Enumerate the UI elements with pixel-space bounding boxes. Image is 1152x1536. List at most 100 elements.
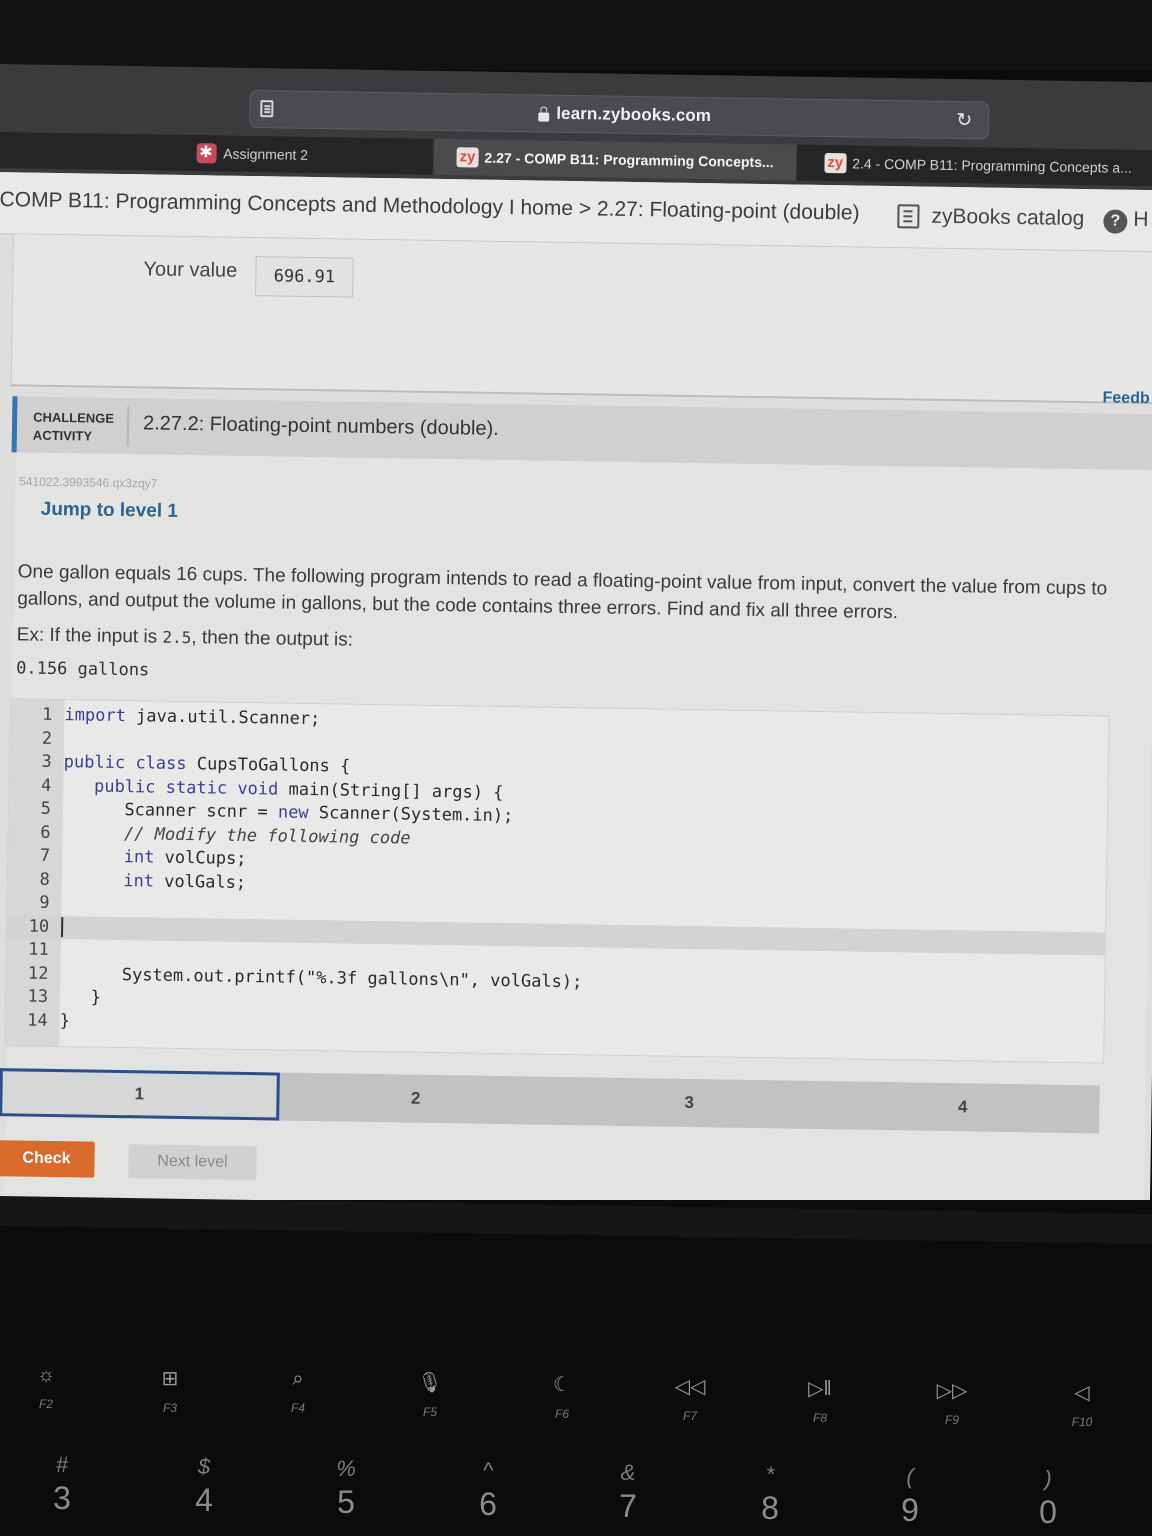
line-number: 11	[28, 939, 49, 960]
example-suffix: , then the output is:	[191, 627, 354, 651]
url-text[interactable]: learn.zybooks.com	[556, 104, 711, 126]
tab-label: 2.27 - COMP B11: Programming Concepts...	[484, 149, 774, 171]
line-number: 1	[42, 704, 53, 725]
key-f7: ◁◁ F7	[660, 1374, 720, 1423]
key-f4: ⌕ F4	[268, 1368, 328, 1415]
feedback-link[interactable]: Feedb	[1102, 389, 1149, 408]
challenge-title: 2.27.2: Floating-point numbers (double).	[142, 412, 499, 440]
tab-assignment-2[interactable]: Assignment 2	[70, 133, 433, 175]
line-number: 9	[39, 892, 50, 913]
zybooks-favicon-icon: zy	[456, 147, 479, 168]
tab-label: Assignment 2	[223, 145, 309, 163]
key-symbol: *	[765, 1462, 775, 1487]
key-symbol: )	[1044, 1466, 1052, 1491]
check-button[interactable]: Check	[0, 1140, 95, 1178]
fkey-label: F3	[162, 1401, 177, 1415]
help-icon[interactable]: ?	[1103, 209, 1128, 234]
line-number: 10	[28, 916, 50, 937]
level-4-button[interactable]: 4	[826, 1081, 1100, 1133]
code-text[interactable]: import java.util.Scanner;	[58, 704, 320, 731]
tab-2-27-active[interactable]: zy 2.27 - COMP B11: Programming Concepts…	[432, 138, 797, 181]
line-number: 2	[41, 728, 53, 749]
tab-blank[interactable]	[0, 131, 71, 170]
key-7: & 7	[598, 1460, 658, 1525]
challenge-activity-tag: CHALLENGE ACTIVITY	[33, 409, 114, 446]
code-text[interactable]: }	[53, 1010, 71, 1033]
zybooks-catalog-link[interactable]: zyBooks catalog	[897, 204, 1085, 231]
tag-line-2: ACTIVITY	[32, 427, 93, 444]
code-text[interactable]: }	[54, 986, 102, 1010]
help-label[interactable]: H	[1133, 208, 1149, 232]
code-editor[interactable]: 1 import java.util.Scanner; 2 3 public class…	[4, 698, 1110, 1064]
fkey-label: F9	[944, 1413, 959, 1427]
key-number: 6	[479, 1486, 497, 1522]
brightness-icon: ☼	[36, 1364, 56, 1386]
example-prefix: Ex: If the input is	[16, 624, 163, 648]
key-symbol: %	[336, 1456, 356, 1481]
zybooks-page: COMP B11: Programming Concepts and Metho…	[0, 172, 1152, 1241]
canvas-favicon-icon	[196, 143, 217, 164]
tab-label: 2.4 - COMP B11: Programming Concepts a..…	[852, 155, 1132, 176]
photo-of-laptop-screen: learn.zybooks.com ↻ Assignment 2 zy 2.27…	[0, 0, 1152, 1536]
key-number: 3	[53, 1480, 71, 1516]
screen-bezel-top	[0, 0, 1152, 70]
key-4: $4	[174, 1454, 234, 1519]
key-9: (9	[880, 1464, 940, 1529]
jump-to-level-link[interactable]: Jump to level 1	[41, 499, 179, 523]
key-f2: ☼ F2	[16, 1364, 76, 1411]
line-number: 5	[40, 798, 52, 819]
moon-icon: ☾	[553, 1374, 571, 1396]
activity-id: 541022.3993546.qx3zqy7	[19, 474, 158, 491]
key-number: 9	[901, 1492, 919, 1528]
key-f9: ▷▷ F9	[922, 1378, 982, 1427]
level-selector: 1234	[0, 1068, 1100, 1134]
your-value-label: Your value	[143, 258, 238, 282]
key-f5: 🎙 F5	[400, 1370, 460, 1419]
line-number: 4	[40, 775, 52, 796]
breadcrumb-separator: >	[572, 197, 598, 221]
line-number: 6	[40, 822, 51, 843]
key-0: ) 0	[1018, 1466, 1078, 1531]
key-number: 4	[195, 1482, 213, 1518]
line-number: 12	[27, 963, 49, 984]
line-number: 8	[39, 869, 51, 890]
next-level-button[interactable]: Next level	[128, 1144, 257, 1181]
key-symbol: #	[55, 1452, 69, 1477]
challenge-body: 541022.3993546.qx3zqy7 Jump to level 1 O…	[0, 452, 1152, 1231]
fkey-label: F7	[682, 1409, 697, 1423]
address-bar[interactable]: learn.zybooks.com ↻	[249, 89, 990, 140]
level-2-button[interactable]: 2	[279, 1073, 553, 1125]
line-number: 14	[27, 1010, 48, 1031]
header-divider	[126, 406, 130, 447]
fkey-label: F6	[554, 1407, 569, 1421]
tag-line-1: CHALLENGE	[33, 409, 115, 426]
key-6: ^ 6	[458, 1458, 518, 1523]
line-number: 7	[39, 845, 51, 866]
microphone-icon: 🎙	[417, 1372, 443, 1394]
breadcrumb-course-link[interactable]: COMP B11: Programming Concepts and Metho…	[0, 188, 573, 220]
play-pause-icon: ▷‖	[808, 1378, 832, 1400]
text-cursor	[60, 916, 64, 937]
fkey-label: F4	[290, 1401, 305, 1415]
key-symbol: (	[906, 1464, 914, 1489]
example-output: 0.156 gallons	[16, 658, 150, 681]
key-f3: ⊞ F3	[140, 1366, 200, 1415]
reader-view-icon[interactable]	[260, 100, 274, 118]
key-5: % 5	[316, 1456, 376, 1521]
code-text[interactable]: int volCups;	[56, 845, 247, 871]
search-icon: ⌕	[292, 1368, 304, 1390]
code-text[interactable]	[55, 916, 64, 939]
code-text[interactable]: int volGals;	[56, 869, 247, 895]
tab-2-4[interactable]: zy 2.4 - COMP B11: Programming Concepts …	[796, 144, 1152, 187]
fast-forward-icon: ▷▷	[936, 1380, 968, 1402]
key-symbol: &	[620, 1460, 636, 1485]
problem-prompt: One gallon equals 16 cups. The following…	[17, 561, 1108, 624]
level-3-button[interactable]: 3	[552, 1077, 826, 1129]
fkey-label: F2	[38, 1397, 53, 1411]
fkey-label: F10	[1071, 1415, 1093, 1429]
level-1-button[interactable]: 1	[0, 1068, 280, 1121]
catalog-icon	[897, 204, 920, 229]
example-input: 2.5	[162, 627, 192, 648]
reload-icon[interactable]: ↻	[956, 109, 972, 132]
breadcrumb-section: 2.27: Floating-point (double)	[596, 197, 860, 225]
